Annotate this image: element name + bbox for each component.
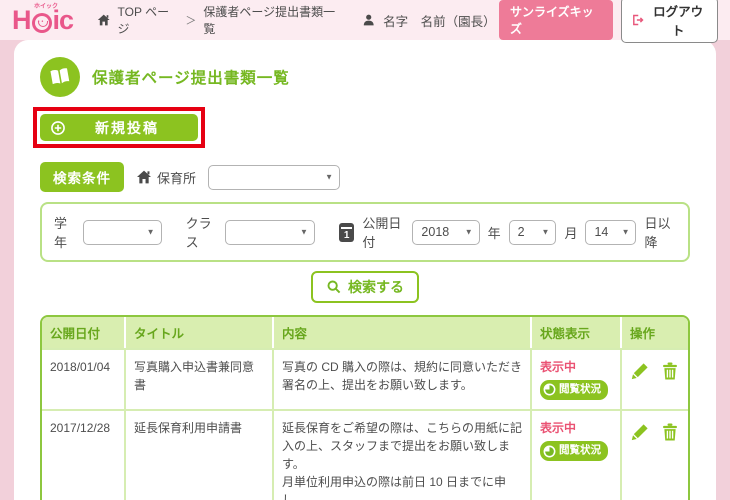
edit-button[interactable]: [630, 361, 650, 381]
org-badge: サンライズキッズ: [499, 0, 613, 40]
breadcrumb-current: 保護者ページ提出書類一覧: [203, 5, 336, 36]
pencil-icon: [631, 424, 648, 441]
logout-icon: [632, 14, 644, 26]
view-status-button[interactable]: 閲覧状況: [540, 441, 608, 462]
col-header-content: 内容: [274, 317, 532, 348]
status-shown-label: 表示中: [540, 421, 577, 436]
clock-icon: [543, 445, 556, 458]
documents-table: 公開日付 タイトル 内容 状態表示 操作 2018/01/04 写真購入申込書兼…: [40, 315, 690, 500]
logo-tagline: ホイック: [34, 3, 59, 10]
breadcrumb: TOP ページ ＞ 保護者ページ提出書類一覧: [97, 3, 342, 37]
class-select[interactable]: [225, 219, 315, 245]
title-row: 保護者ページ提出書類一覧: [40, 57, 690, 97]
logout-button[interactable]: ログアウト: [620, 0, 718, 43]
logo-smiley-icon: ••: [31, 12, 52, 33]
user-name: 名字 名前（園長）: [383, 14, 496, 29]
page-title: 保護者ページ提出書類一覧: [92, 70, 290, 87]
delete-button[interactable]: [660, 361, 680, 381]
day-select[interactable]: 14: [585, 219, 637, 245]
delete-button[interactable]: [660, 422, 680, 442]
user-icon: [363, 14, 374, 26]
user-area: 名字 名前（園長） サンライズキッズ ログアウト: [362, 0, 718, 43]
search-button[interactable]: 検索する: [311, 271, 419, 303]
table-header-row: 公開日付 タイトル 内容 状態表示 操作: [42, 317, 688, 348]
table-row: 2017/12/28 延長保育利用申請書 延長保育をご希望の際は、こちらの用紙に…: [42, 409, 688, 500]
plus-circle-icon: [51, 120, 65, 135]
table-row: 2018/01/04 写真購入申込書兼同意書 写真の CD 購入の際は、規約に同…: [42, 348, 688, 410]
trash-icon: [663, 423, 677, 441]
cell-date: 2017/12/28: [42, 409, 126, 500]
new-post-button[interactable]: 新規投稿: [40, 114, 198, 141]
year-suffix: 年: [487, 225, 501, 241]
cell-content: 延長保育をご希望の際は、こちらの用紙に記入の上、スタッフまで提出をお願い致します…: [274, 409, 532, 500]
status-shown-label: 表示中: [540, 360, 577, 374]
nursery-select[interactable]: [208, 164, 341, 190]
documents-book-icon: [40, 57, 80, 97]
nursery-home-icon: [137, 170, 151, 184]
search-condition-label: 検索条件: [40, 162, 124, 192]
month-suffix: 月: [564, 225, 578, 241]
year-select[interactable]: 2018: [412, 219, 480, 245]
cell-operations: [622, 409, 688, 500]
month-select[interactable]: 2: [508, 219, 557, 245]
breadcrumb-home-link[interactable]: TOP ページ: [118, 3, 179, 37]
col-header-status: 状態表示: [532, 317, 622, 348]
col-header-date: 公開日付: [42, 317, 126, 348]
cell-title: 写真購入申込書兼同意書: [126, 348, 274, 410]
cell-operations: [622, 348, 688, 410]
clock-icon: [543, 383, 556, 396]
breadcrumb-separator: ＞: [185, 15, 197, 27]
day-suffix: 日以降: [644, 216, 671, 250]
class-label: クラス: [185, 216, 212, 250]
app-logo[interactable]: ホイック H •• ic: [12, 3, 79, 34]
cell-status: 表示中 閲覧状況: [532, 348, 622, 410]
cell-date: 2018/01/04: [42, 348, 126, 410]
trash-icon: [663, 362, 677, 380]
cell-title: 延長保育利用申請書: [126, 409, 274, 500]
calendar-icon: 1: [338, 222, 355, 242]
cell-content: 写真の CD 購入の際は、規約に同意いただき署名の上、提出をお願い致します。: [274, 348, 532, 410]
cell-status: 表示中 閲覧状況: [532, 409, 622, 500]
col-header-operations: 操作: [622, 317, 688, 348]
home-icon: [97, 14, 110, 26]
search-button-row: 検索する: [40, 271, 690, 303]
edit-button[interactable]: [630, 422, 650, 442]
search-icon: [327, 280, 341, 294]
pencil-icon: [631, 363, 648, 380]
highlight-red-box: 新規投稿: [33, 107, 205, 148]
view-status-button[interactable]: 閲覧状況: [540, 380, 608, 400]
col-header-title: タイトル: [126, 317, 274, 348]
search-condition-row: 検索条件 保育所: [40, 162, 690, 192]
publish-date-label: 公開日付: [362, 216, 402, 250]
top-bar: ホイック H •• ic TOP ページ ＞ 保護者ページ提出書類一覧 名字 名前（…: [0, 0, 730, 43]
grade-label: 学年: [54, 216, 68, 250]
nursery-label: 保育所: [136, 168, 196, 187]
filter-box: 学年 クラス 1 公開日付 2018 年 2 月 14 日以降: [40, 202, 690, 262]
main-card: 保護者ページ提出書類一覧 新規投稿 検索条件 保育所 学年 クラス 1 公開日付…: [14, 40, 716, 500]
grade-select[interactable]: [83, 219, 162, 245]
